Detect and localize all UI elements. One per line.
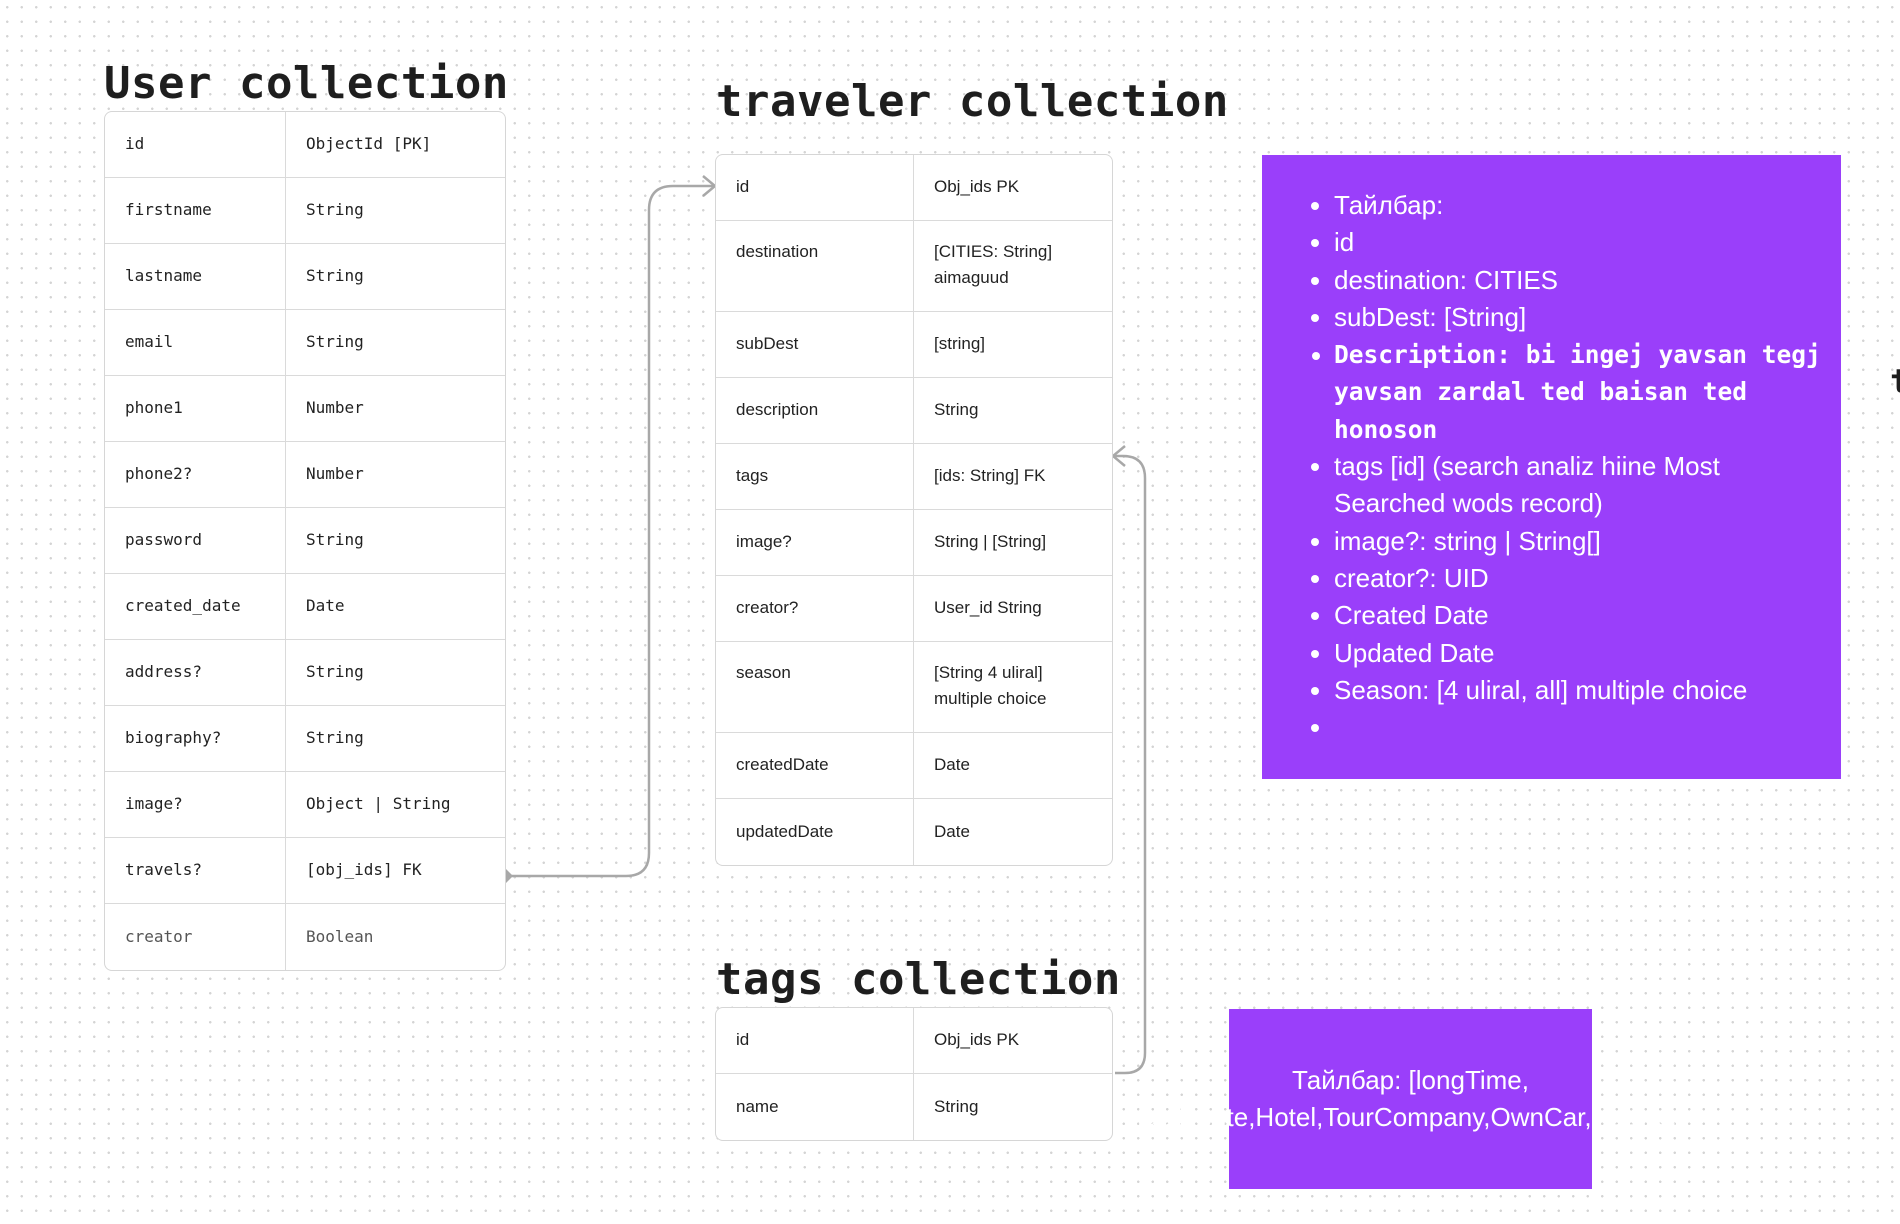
field-type: Number — [306, 464, 364, 484]
field-name: created_date — [105, 574, 286, 639]
field-type: Number — [306, 398, 364, 418]
user-collection-table[interactable]: id ObjectId [PK] firstname String lastname… — [104, 111, 506, 971]
table-row[interactable]: firstname String — [105, 178, 505, 244]
field-type: String — [934, 400, 979, 420]
table-row[interactable]: creator Boolean — [105, 904, 505, 970]
table-row[interactable]: id ObjectId [PK] — [105, 112, 505, 178]
table-row[interactable]: createdDate Date — [716, 733, 1112, 799]
field-type: String — [306, 728, 364, 748]
table-row[interactable]: destination [CITIES: String] aimaguud — [716, 221, 1112, 312]
field-type: String | [String] — [934, 532, 1047, 552]
list-item: Created Date — [1334, 597, 1821, 634]
field-type: [CITIES: String] aimaguud — [934, 242, 1053, 288]
field-name: email — [105, 310, 286, 375]
field-name: travels? — [105, 838, 286, 903]
field-name: season — [716, 642, 914, 732]
field-type: ObjectId [PK] — [306, 134, 432, 154]
table-row[interactable]: tags [ids: String] FK — [716, 444, 1112, 510]
field-type: Boolean — [306, 926, 374, 946]
field-type: [string] — [934, 334, 986, 354]
list-item: id — [1334, 224, 1821, 261]
field-name: password — [105, 508, 286, 573]
field-type: String — [306, 332, 364, 352]
list-item — [1334, 709, 1821, 746]
tags-collection-table[interactable]: id Obj_ids PK name String — [715, 1007, 1113, 1141]
list-item: creator?: UID — [1334, 560, 1821, 597]
field-name: creator? — [716, 576, 914, 641]
field-type: Obj_ids PK — [934, 1030, 1020, 1050]
table-row[interactable]: image? String | [String] — [716, 510, 1112, 576]
tags-note-text: Тайлбар: [longTime, fastRoute,Hotel,Tour… — [1136, 1064, 1685, 1133]
field-type: Obj_ids PK — [934, 177, 1020, 197]
table-row[interactable]: password String — [105, 508, 505, 574]
field-name: destination — [716, 221, 914, 311]
field-name: id — [105, 112, 286, 177]
table-row[interactable]: travels? [obj_ids] FK — [105, 838, 505, 904]
table-row[interactable]: name String — [716, 1074, 1112, 1140]
table-row[interactable]: description String — [716, 378, 1112, 444]
field-name: name — [716, 1074, 914, 1140]
table-row[interactable]: address? String — [105, 640, 505, 706]
field-name: firstname — [105, 178, 286, 243]
table-row[interactable]: subDest [string] — [716, 312, 1112, 378]
table-row[interactable]: phone1 Number — [105, 376, 505, 442]
table-row[interactable]: id Obj_ids PK — [716, 1008, 1112, 1074]
table-row[interactable]: email String — [105, 310, 505, 376]
table-row[interactable]: image? Object | String — [105, 772, 505, 838]
table-row[interactable]: lastname String — [105, 244, 505, 310]
traveler-collection-title: traveler collection — [716, 76, 1229, 127]
list-item: Тайлбар: — [1334, 187, 1821, 224]
note-bullet-list: Тайлбар: id destination: CITIES subDest:… — [1332, 187, 1821, 746]
field-name: image? — [716, 510, 914, 575]
field-type: Date — [934, 821, 970, 841]
offscreen-text-fragment: t — [1890, 365, 1900, 399]
list-item: Updated Date — [1334, 635, 1821, 672]
field-name: creator — [105, 904, 286, 970]
field-type: [String 4 uliral] multiple choice — [934, 663, 1047, 709]
field-type: [ids: String] FK — [934, 466, 1046, 486]
field-type: String — [306, 266, 364, 286]
tags-collection-title: tags collection — [716, 954, 1121, 1005]
table-row[interactable]: biography? String — [105, 706, 505, 772]
list-item: Season: [4 uliral, all] multiple choice — [1334, 672, 1821, 709]
table-row[interactable]: season [String 4 uliral] multiple choice — [716, 642, 1112, 733]
field-name: updatedDate — [716, 799, 914, 865]
field-name: id — [716, 1008, 914, 1073]
table-row[interactable]: phone2? Number — [105, 442, 505, 508]
user-collection-title: User collection — [104, 58, 509, 109]
traveler-collection-table[interactable]: id Obj_ids PK destination [CITIES: String]… — [715, 154, 1113, 866]
field-name: description — [716, 378, 914, 443]
field-type: [obj_ids] FK — [306, 860, 422, 880]
field-name: createdDate — [716, 733, 914, 798]
field-type: User_id String — [934, 598, 1042, 618]
field-type: String — [306, 200, 364, 220]
field-type: Object | String — [306, 794, 451, 814]
list-item: subDest: [String] — [1334, 299, 1821, 336]
field-type: Date — [306, 596, 345, 616]
field-name: tags — [716, 444, 914, 509]
field-name: image? — [105, 772, 286, 837]
table-row[interactable]: updatedDate Date — [716, 799, 1112, 865]
list-item: tags [id] (search analiz hiine Most Sear… — [1334, 448, 1821, 523]
list-item: Description: bi ingej yavsan tegj yavsan… — [1334, 336, 1821, 448]
field-name: lastname — [105, 244, 286, 309]
field-type: Date — [934, 755, 970, 775]
field-type: String — [306, 662, 364, 682]
table-row[interactable]: creator? User_id String — [716, 576, 1112, 642]
field-type: String — [306, 530, 364, 550]
list-item: image?: string | String[] — [1334, 523, 1821, 560]
connector-user-travels-to-traveler-id[interactable] — [505, 184, 714, 878]
field-name: phone2? — [105, 442, 286, 507]
field-name: biography? — [105, 706, 286, 771]
field-name: phone1 — [105, 376, 286, 441]
table-row[interactable]: id Obj_ids PK — [716, 155, 1112, 221]
field-type: String — [934, 1096, 979, 1116]
field-name: subDest — [716, 312, 914, 377]
field-name: id — [716, 155, 914, 220]
field-name: address? — [105, 640, 286, 705]
traveler-explanation-note[interactable]: Тайлбар: id destination: CITIES subDest:… — [1262, 155, 1841, 779]
tags-explanation-note[interactable]: Тайлбар: [longTime, fastRoute,Hotel,Tour… — [1137, 1009, 1684, 1189]
table-row[interactable]: created_date Date — [105, 574, 505, 640]
list-item: destination: CITIES — [1334, 262, 1821, 299]
